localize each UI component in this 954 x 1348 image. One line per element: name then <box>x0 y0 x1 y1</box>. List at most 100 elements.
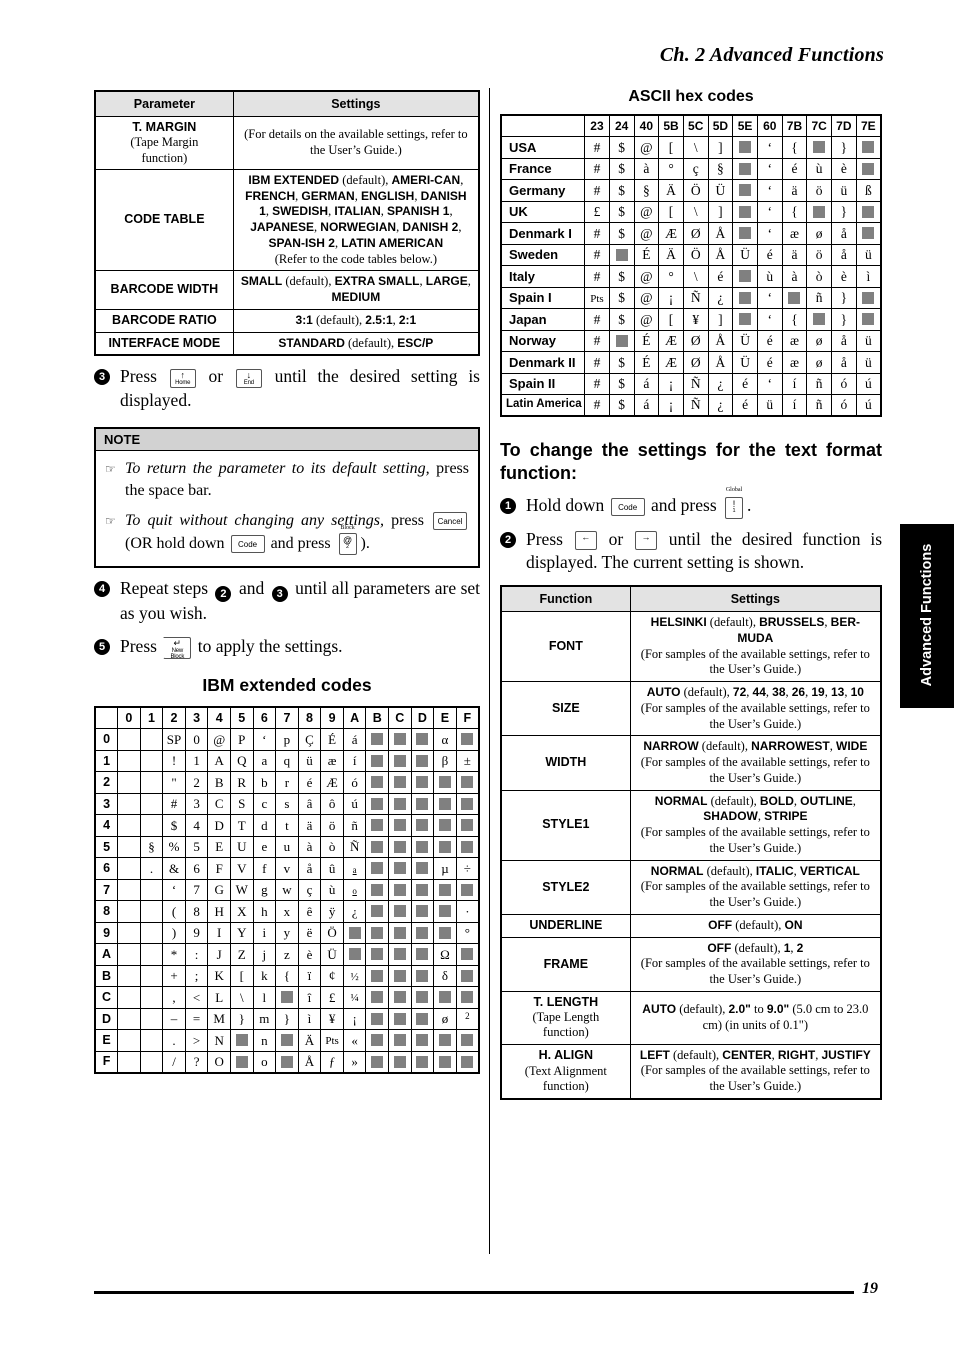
grid-cell <box>229 1029 254 1052</box>
ascii-cell: ‘ <box>756 179 783 202</box>
footer-rule <box>94 1291 854 1294</box>
ascii-cell: ä <box>781 243 808 266</box>
grid-cell: l <box>252 986 277 1009</box>
function-settings-cell: HELSINKI (default), BRUSSELS, BER-MUDA (F… <box>629 611 882 682</box>
grid-row-header: 9 <box>94 921 119 945</box>
grid-cell <box>139 878 164 902</box>
ascii-cell: ù <box>756 265 783 288</box>
grid-cell <box>388 857 412 880</box>
function-name-cell: STYLE2 <box>500 859 631 915</box>
grid-cell <box>275 986 299 1009</box>
grid-cell <box>455 878 480 902</box>
grid-cell: @ <box>207 728 231 751</box>
grid-cell <box>139 771 164 794</box>
table-row: Norway # É Æ Ø Å Üé æ ø å ü <box>500 329 882 352</box>
ascii-cell <box>855 308 882 331</box>
ascii-cell <box>732 179 758 202</box>
note-item: ☞ To quit without changing any settings,… <box>105 510 469 555</box>
ascii-cell: $ <box>608 200 635 223</box>
ascii-cell: $ <box>608 222 635 245</box>
grid-cell <box>117 964 141 988</box>
ascii-cell: ó <box>831 372 857 395</box>
ascii-cell <box>855 286 882 309</box>
grid-cell: * <box>162 943 186 966</box>
ascii-cell: \ <box>682 136 709 159</box>
ascii-cell: Å <box>707 329 734 352</box>
step-3-number: 3 <box>94 369 110 386</box>
ascii-col-header: 7E <box>855 114 882 137</box>
grid-cell <box>117 1029 141 1052</box>
grid-cell: W <box>229 878 254 902</box>
grid-cell: Z <box>229 943 254 966</box>
table-row: STYLE2 NORMAL (default), ITALIC, VERTICAL… <box>500 859 882 915</box>
ascii-language-label: Spain II <box>500 372 586 395</box>
ascii-cell: é <box>732 372 758 395</box>
grid-cell: ø <box>433 1007 457 1031</box>
grid-cell: } <box>229 1007 254 1031</box>
grid-cell <box>117 857 141 880</box>
page-number: 19 <box>862 1280 878 1297</box>
ascii-cell <box>855 222 882 245</box>
note-item-1-text: To return the parameter to its default s… <box>125 458 469 503</box>
grid-cell <box>410 771 435 794</box>
grid-cell: è <box>297 943 322 966</box>
grid-cell: â <box>297 792 322 816</box>
table-row: T. LENGTH (Tape Length function) AUTO (defa… <box>500 990 882 1045</box>
grid-cell: R <box>229 771 254 794</box>
ascii-cell: í <box>781 372 808 395</box>
function-name-cell: WIDTH <box>500 735 631 791</box>
ascii-cell: Ö <box>682 179 709 202</box>
grid-cell: j <box>252 943 277 966</box>
grid-cell <box>388 900 412 923</box>
note-2-mid: (OR hold down <box>125 534 225 552</box>
ascii-col-header: 5C <box>682 114 709 137</box>
ascii-cell: # <box>584 372 610 395</box>
grid-cell <box>342 943 367 966</box>
grid-cell: é <box>297 771 322 794</box>
step3-text-a: Press <box>120 366 157 387</box>
parameter-name-cell: CODE TABLE <box>94 168 234 272</box>
ascii-cell <box>855 200 882 223</box>
grid-cell <box>139 986 164 1009</box>
ascii-cell: § <box>707 157 734 180</box>
ascii-cell: $ <box>608 157 635 180</box>
grid-col-header: 8 <box>297 706 322 730</box>
grid-cell: ) <box>162 921 186 945</box>
ascii-cell: [ <box>658 308 684 331</box>
table-row: FONT HELSINKI (default), BRUSSELS, BER-MU… <box>500 611 882 682</box>
ascii-cell <box>806 308 832 331</box>
grid-cell <box>455 728 480 751</box>
cancel-key-icon: Cancel <box>433 512 468 531</box>
table-row: Sweden # É Ä Ö Å Üé ä ö å ü <box>500 243 882 266</box>
ascii-cell: ¿ <box>707 372 734 395</box>
grid-cell <box>365 986 390 1009</box>
grid-cell <box>410 835 435 859</box>
ascii-cell: Ä <box>658 243 684 266</box>
grid-cell <box>410 964 435 988</box>
ascii-cell: ] <box>707 308 734 331</box>
grid-cell: á <box>342 728 367 751</box>
ascii-cell: Ö <box>682 243 709 266</box>
grid-cell: G <box>207 878 231 902</box>
ascii-cell: å <box>831 351 857 374</box>
grid-cell: ‘ <box>162 878 186 902</box>
ascii-cell <box>732 200 758 223</box>
ascii-language-label: Spain I <box>500 286 586 309</box>
grid-cell <box>117 921 141 945</box>
grid-cell: ° <box>455 921 480 945</box>
step5-text-a: Press <box>120 636 157 657</box>
at-2-key-icon: @ 2 <box>338 532 357 555</box>
grid-cell: g <box>252 878 277 902</box>
global-key-wrap: Global ! 1 <box>723 487 745 519</box>
ascii-cell: Å <box>707 222 734 245</box>
ascii-cell: ü <box>855 351 882 374</box>
right-column: ASCII hex codes 23 24 40 5B 5C 5D 5E 60 7B 7C 7D 7E… <box>500 88 882 1100</box>
grid-cell: a <box>342 857 367 880</box>
ascii-cell: [ <box>658 200 684 223</box>
left-arrow-glyph: ← <box>581 532 591 543</box>
ascii-cell: ö <box>806 243 832 266</box>
grid-cell: O <box>207 1050 231 1074</box>
ascii-cell: # <box>584 179 610 202</box>
note-2-rest: press <box>384 511 424 529</box>
grid-cell: ñ <box>342 814 367 837</box>
